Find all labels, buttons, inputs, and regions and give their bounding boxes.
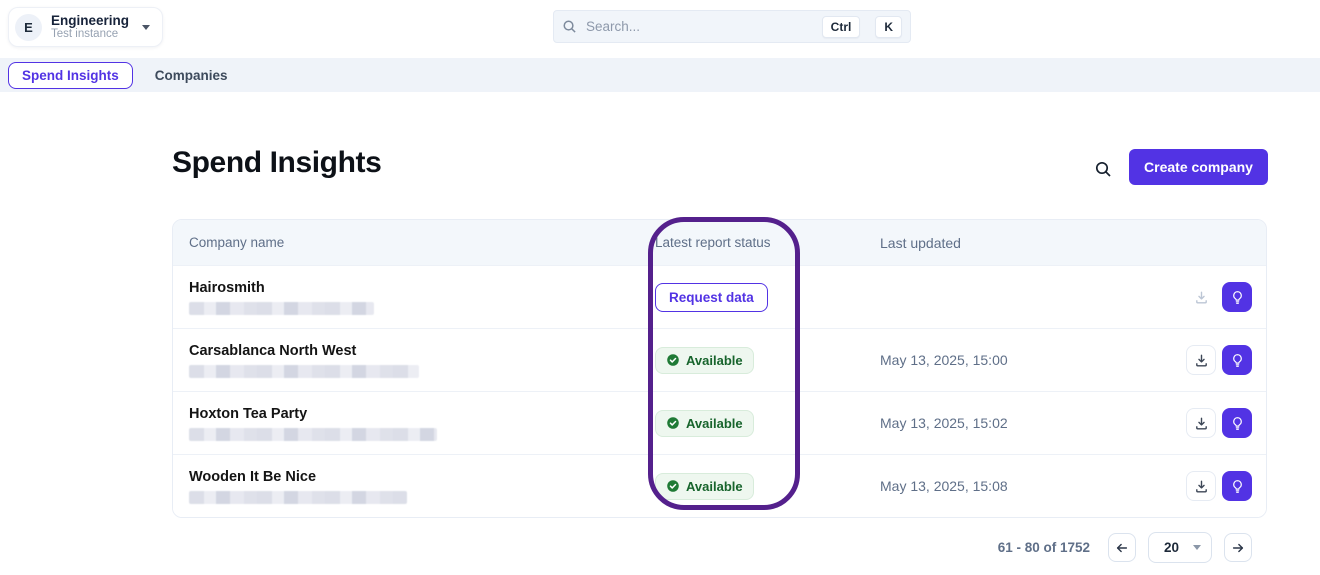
table-header-row: Company name Latest report status Last u… (173, 220, 1266, 265)
workspace-subtitle: Test instance (51, 28, 119, 41)
search-input[interactable] (586, 19, 813, 34)
kbd-ctrl: Ctrl (821, 15, 861, 38)
insights-button[interactable] (1222, 471, 1252, 501)
arrow-right-icon (1232, 543, 1244, 552)
status-cell: Available (655, 346, 880, 374)
download-button[interactable] (1186, 345, 1216, 375)
companies-table: Company name Latest report status Last u… (172, 219, 1267, 518)
search-icon (1095, 161, 1111, 177)
page-size-select[interactable]: 20 (1148, 532, 1212, 563)
status-badge: Available (655, 472, 754, 500)
check-circle-icon (667, 354, 679, 366)
company-name: Wooden It Be Nice (189, 468, 317, 485)
kbd-k: K (875, 15, 902, 38)
table-row: Hairosmith Request data (173, 265, 1266, 328)
tab-companies[interactable]: Companies (155, 68, 228, 83)
global-search: Ctrl K (553, 10, 911, 43)
status-badge-label: Available (686, 415, 743, 431)
tab-spend-insights[interactable]: Spend Insights (8, 61, 133, 89)
search-icon (563, 20, 576, 33)
download-icon (1195, 480, 1207, 493)
insights-button[interactable] (1222, 345, 1252, 375)
company-name: Hoxton Tea Party (189, 405, 308, 422)
workspace-avatar: E (15, 13, 42, 41)
workspace-name: Engineering (51, 12, 130, 28)
column-last-updated: Last updated (880, 234, 961, 251)
arrow-left-icon (1116, 543, 1128, 552)
tab-strip: Spend Insights Companies (0, 58, 1320, 92)
lightbulb-icon (1232, 353, 1242, 367)
check-circle-icon (667, 417, 679, 429)
pagination: 61 - 80 of 1752 20 (172, 532, 1267, 563)
page-size-value: 20 (1164, 540, 1180, 555)
blurred-address (189, 364, 419, 378)
download-icon (1195, 291, 1207, 304)
pagination-range: 61 - 80 of 1752 (997, 540, 1090, 555)
column-company-name: Company name (189, 235, 285, 250)
lightbulb-icon (1232, 479, 1242, 493)
download-button[interactable] (1186, 471, 1216, 501)
download-icon (1195, 417, 1207, 430)
status-cell: Available (655, 472, 880, 500)
table-row: Wooden It Be Nice Available May 13, 2025… (173, 454, 1266, 517)
lightbulb-icon (1232, 290, 1242, 304)
create-company-button[interactable]: Create company (1129, 149, 1268, 185)
last-updated: May 13, 2025, 15:02 (880, 415, 1008, 431)
blurred-address (189, 490, 407, 504)
status-badge: Available (655, 409, 754, 437)
previous-page-button[interactable] (1108, 533, 1136, 562)
table-row: Carsablanca North West Available May 13,… (173, 328, 1266, 391)
last-updated: May 13, 2025, 15:08 (880, 478, 1008, 494)
blurred-address (189, 301, 374, 315)
status-cell: Available (655, 409, 880, 437)
table-row: Hoxton Tea Party Available May 13, 2025,… (173, 391, 1266, 454)
chevron-down-icon (1193, 545, 1201, 550)
download-button[interactable] (1186, 408, 1216, 438)
request-data-button[interactable]: Request data (655, 282, 768, 312)
workspace-switcher[interactable]: E Engineering Test instance (8, 7, 164, 47)
table-body: Hairosmith Request data Carsablanca Nort… (173, 265, 1266, 517)
download-icon (1195, 354, 1207, 367)
company-name: Carsablanca North West (189, 342, 357, 359)
status-badge-label: Available (686, 352, 743, 368)
insights-button[interactable] (1222, 282, 1252, 312)
table-search-button[interactable] (1090, 156, 1116, 182)
lightbulb-icon (1232, 416, 1242, 430)
check-circle-icon (667, 480, 679, 492)
company-name: Hairosmith (189, 279, 265, 296)
status-badge-label: Available (686, 478, 743, 494)
blurred-address (189, 427, 437, 441)
next-page-button[interactable] (1224, 533, 1252, 562)
insights-button[interactable] (1222, 408, 1252, 438)
chevron-down-icon (142, 24, 151, 30)
status-badge: Available (655, 346, 754, 374)
page-title: Spend Insights (172, 146, 382, 179)
column-latest-report-status: Latest report status (655, 235, 771, 250)
download-button[interactable] (1186, 282, 1216, 312)
last-updated: May 13, 2025, 15:00 (880, 352, 1008, 368)
status-cell: Request data (655, 282, 880, 312)
